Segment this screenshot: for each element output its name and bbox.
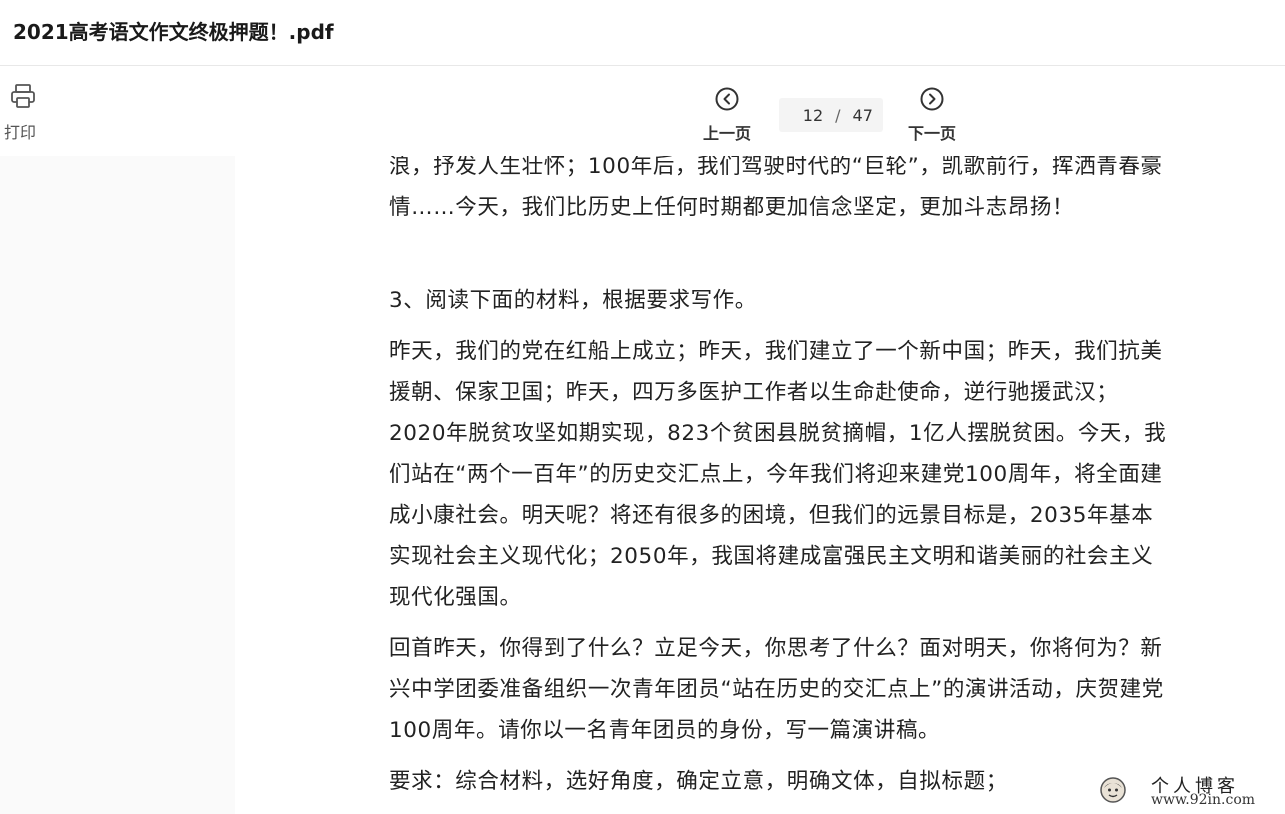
avatar-icon (1100, 777, 1126, 803)
text-line: 援朝、保家卫国；昨天，四万多医护工作者以生命赴使命，逆行驰援武汉； (389, 380, 1119, 405)
page-indicator: / 47 (779, 98, 883, 132)
text-line: 浪，抒发人生壮怀；100年后，我们驾驶时代的“巨轮”，凯歌前行，挥洒青春豪 (389, 156, 1163, 179)
page-number-input[interactable] (789, 105, 824, 125)
page-total: 47 (852, 105, 873, 125)
site-watermark: 个人博客 www.92in.com (1095, 770, 1280, 810)
printer-icon (11, 84, 35, 108)
text-line: 回首昨天，你得到了什么？立足今天，你思考了什么？面对明天，你将何为？新 (389, 636, 1163, 661)
chevron-right-circle-icon (920, 87, 944, 111)
chevron-left-circle-icon (715, 87, 739, 111)
pdf-viewer: 2021高考语文作文终极押题！.pdf 打印 上一页 / 47 (0, 0, 1285, 814)
document-title: 2021高考语文作文终极押题！.pdf (13, 20, 334, 44)
document-page[interactable]: 浪，抒发人生壮怀；100年后，我们驾驶时代的“巨轮”，凯歌前行，挥洒青春豪 情…… (235, 156, 1285, 814)
print-button[interactable]: 打印 (3, 82, 43, 142)
toolbar: 打印 上一页 / 47 下一页 (0, 66, 1285, 156)
watermark-url: www.92in.com (1151, 792, 1256, 808)
section-heading: 3、阅读下面的材料，根据要求写作。 (389, 288, 757, 313)
document-content: 浪，抒发人生壮怀；100年后，我们驾驶时代的“巨轮”，凯歌前行，挥洒青春豪 情…… (389, 156, 1274, 802)
prev-page-button[interactable]: 上一页 (695, 86, 759, 144)
text-line: 兴中学团委准备组织一次青年团员“站在历史的交汇点上”的演讲活动，庆贺建党 (389, 677, 1164, 702)
text-line: 现代化强国。 (389, 585, 522, 610)
text-line: 们站在“两个一百年”的历史交汇点上，今年我们将迎来建党100周年，将全面建 (389, 462, 1163, 487)
next-page-label: 下一页 (907, 124, 956, 143)
title-bar: 2021高考语文作文终极押题！.pdf (0, 0, 1285, 66)
text-line: 昨天，我们的党在红船上成立；昨天，我们建立了一个新中国；昨天，我们抗美 (389, 339, 1163, 364)
print-label: 打印 (4, 123, 37, 142)
text-line: 2020年脱贫攻坚如期实现，823个贫困县脱贫摘帽，1亿人摆脱贫困。今天，我 (389, 421, 1167, 446)
page-separator: / (835, 105, 841, 125)
text-line: 实现社会主义现代化；2050年，我国将建成富强民主文明和谐美丽的社会主义 (389, 544, 1154, 569)
prev-page-label: 上一页 (702, 124, 751, 143)
left-pane (0, 156, 235, 814)
text-line: 100周年。请你以一名青年团员的身份，写一篇演讲稿。 (389, 718, 941, 743)
next-page-button[interactable]: 下一页 (900, 86, 964, 144)
text-line: 情……今天，我们比历史上任何时期都更加信念坚定，更加斗志昂扬！ (389, 195, 1075, 220)
text-line: 成小康社会。明天呢？将还有很多的困境，但我们的远景目标是，2035年基本 (389, 503, 1154, 528)
